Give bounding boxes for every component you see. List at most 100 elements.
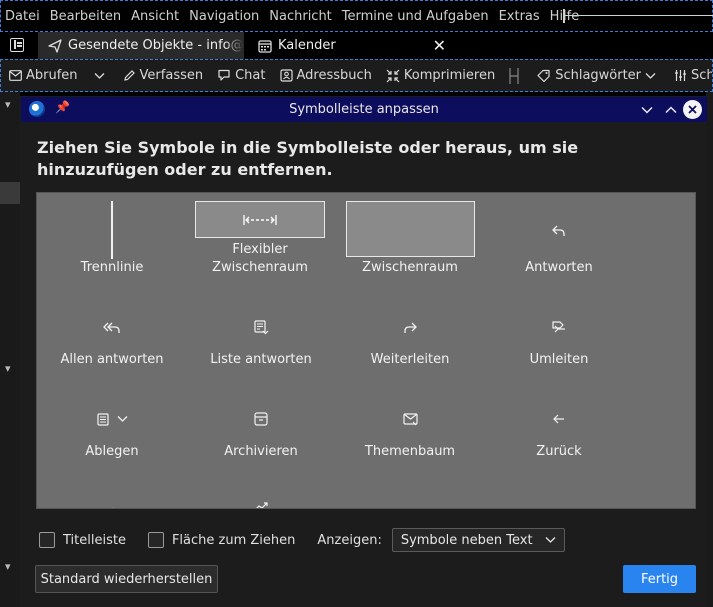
chevron-down-icon bbox=[94, 72, 105, 79]
palette-item-label: Archivieren bbox=[224, 444, 298, 459]
chevron-down-icon bbox=[545, 537, 556, 543]
spring-icon bbox=[509, 67, 519, 84]
maximize-button[interactable] bbox=[661, 100, 680, 119]
back-arrow-icon bbox=[553, 414, 564, 424]
tab-sent-items[interactable]: Gesendete Objekte - info@ bbox=[38, 32, 244, 59]
chevron-down-icon bbox=[640, 106, 653, 114]
palette-item-label: Liste antworten bbox=[210, 352, 312, 367]
palette-item-reply[interactable]: Antworten bbox=[484, 201, 634, 277]
tab-calendar[interactable]: Kalender ✕ bbox=[250, 32, 456, 59]
minimize-button[interactable] bbox=[637, 100, 656, 119]
restore-default-label: Standard wiederherstellen bbox=[40, 571, 213, 587]
compact-button[interactable]: Komprimieren bbox=[386, 68, 495, 83]
get-messages-dropdown[interactable] bbox=[94, 72, 109, 80]
menu-view[interactable]: Ansicht bbox=[131, 9, 179, 24]
menu-bar: Datei Bearbeiten Ansicht Navigation Nach… bbox=[0, 0, 713, 32]
palette-item-next[interactable] bbox=[484, 489, 634, 508]
forward-arrow-icon bbox=[113, 507, 114, 508]
reply-all-icon bbox=[103, 322, 120, 333]
palette-item-flexible-space[interactable]: Flexibler Zwischenraum bbox=[185, 201, 335, 277]
palette-item-label: Flexibler Zwischenraum bbox=[212, 242, 308, 275]
menu-navigation[interactable]: Navigation bbox=[189, 9, 259, 24]
dialog-titlebar: 📌 Symbolleiste anpassen bbox=[21, 97, 707, 122]
done-label: Fertig bbox=[640, 571, 679, 587]
compose-label: Verfassen bbox=[139, 68, 204, 83]
compose-button[interactable]: Verfassen bbox=[123, 68, 204, 83]
flex-space-arrows-icon bbox=[243, 214, 277, 225]
folder-pane-edge: ▾ ▾ ▾ bbox=[0, 92, 20, 607]
separator-line bbox=[111, 201, 113, 259]
tags-button[interactable]: Schlagwörter bbox=[537, 68, 660, 83]
tabs-menu-icon[interactable] bbox=[10, 38, 24, 52]
palette-item-label: Zurück bbox=[536, 444, 582, 459]
message-pane-edge bbox=[706, 92, 713, 607]
palette-item-reply-all[interactable]: Allen antworten bbox=[37, 303, 187, 369]
address-book-button[interactable]: Adressbuch bbox=[279, 68, 372, 83]
address-book-label: Adressbuch bbox=[296, 68, 372, 83]
palette-item-space[interactable]: Zwischenraum bbox=[335, 201, 485, 277]
palette-item-junk[interactable] bbox=[186, 481, 336, 508]
quick-filter-button[interactable]: Schnell bbox=[674, 68, 713, 83]
palette-item-label: Zwischenraum bbox=[362, 260, 458, 275]
palette-item-archive[interactable]: Archivieren bbox=[186, 395, 336, 461]
customize-toolbar-dialog: 📌 Symbolleiste anpassen Ziehen Sie Symbo… bbox=[20, 96, 707, 607]
quick-filter-label: Schnell bbox=[691, 68, 713, 83]
show-mode-select[interactable]: Symbole neben Text bbox=[391, 528, 565, 552]
get-messages-button[interactable]: Abrufen bbox=[9, 68, 78, 83]
palette-item-file[interactable]: Ablegen bbox=[37, 395, 187, 461]
chevron-down-icon: ▾ bbox=[5, 362, 11, 375]
send-icon bbox=[48, 38, 62, 53]
chat-label: Chat bbox=[235, 68, 266, 83]
reply-icon bbox=[552, 225, 565, 236]
menu-view-label: Ansicht bbox=[131, 8, 180, 24]
toolbar-palette: Trennlinie Flexibler Zwischenraum Zwisch… bbox=[36, 192, 696, 509]
trend-icon bbox=[256, 502, 268, 508]
palette-item-forward[interactable]: Weiterleiten bbox=[335, 303, 485, 369]
redirect-icon bbox=[552, 321, 565, 333]
flexible-space-box bbox=[195, 201, 325, 238]
close-icon bbox=[688, 105, 697, 114]
tag-icon bbox=[537, 69, 550, 82]
close-dialog-button[interactable] bbox=[683, 100, 702, 119]
tab-sent-items-label: Gesendete Objekte - info@ bbox=[68, 38, 244, 53]
selected-row-band bbox=[0, 182, 20, 204]
chat-icon bbox=[218, 69, 230, 81]
menu-edit[interactable]: Bearbeiten bbox=[50, 9, 121, 24]
palette-item-label: Themenbaum bbox=[364, 444, 456, 459]
thread-tree-icon bbox=[402, 412, 418, 425]
get-messages-label: Abrufen bbox=[26, 68, 78, 83]
menu-tools[interactable]: Extras bbox=[499, 9, 540, 24]
dialog-instruction: Ziehen Sie Symbole in die Symbolleiste o… bbox=[37, 138, 579, 179]
palette-item-previous[interactable] bbox=[335, 489, 485, 508]
envelope-icon bbox=[9, 70, 22, 81]
drag-space-label: Fläche zum Ziehen bbox=[171, 532, 296, 548]
chat-button[interactable]: Chat bbox=[217, 68, 266, 83]
calendar-icon bbox=[258, 39, 272, 53]
palette-item-reply-list[interactable]: Liste antworten bbox=[186, 303, 336, 369]
done-button[interactable]: Fertig bbox=[623, 565, 696, 593]
palette-item-label: Allen antworten bbox=[60, 352, 164, 367]
chevron-down-icon bbox=[645, 72, 656, 79]
title-bar-checkbox[interactable] bbox=[39, 532, 55, 548]
palette-item-separator[interactable]: Trennlinie bbox=[37, 201, 187, 277]
palette-item-label: Antworten bbox=[525, 260, 593, 275]
palette-item-forward-arrow[interactable] bbox=[37, 487, 187, 508]
chevron-down-icon: ▾ bbox=[5, 560, 11, 573]
palette-item-label: Weiterleiten bbox=[370, 352, 450, 367]
mail-toolbar: Abrufen Verfassen Chat Adressbuch Kompri… bbox=[0, 59, 713, 92]
tags-label: Schlagwörter bbox=[555, 68, 642, 83]
restore-default-button[interactable]: Standard wiederherstellen bbox=[35, 565, 218, 593]
menu-file-label: Datei bbox=[5, 8, 40, 24]
toolbar-spring bbox=[509, 67, 523, 84]
menu-file[interactable]: Datei bbox=[5, 9, 40, 24]
palette-item-thread-tree[interactable]: Themenbaum bbox=[335, 395, 485, 461]
palette-item-back[interactable]: Zurück bbox=[484, 395, 634, 461]
drag-space-checkbox[interactable] bbox=[147, 532, 164, 548]
tab-calendar-label: Kalender bbox=[278, 38, 336, 53]
close-tab-icon[interactable]: ✕ bbox=[433, 36, 446, 55]
palette-item-redirect[interactable]: Umleiten bbox=[484, 303, 634, 369]
menu-events-tasks[interactable]: Termine und Aufgaben bbox=[342, 9, 489, 24]
archive-icon bbox=[254, 412, 268, 426]
menu-message[interactable]: Nachricht bbox=[269, 9, 332, 24]
menu-edit-label: Bearbeiten bbox=[49, 8, 122, 24]
